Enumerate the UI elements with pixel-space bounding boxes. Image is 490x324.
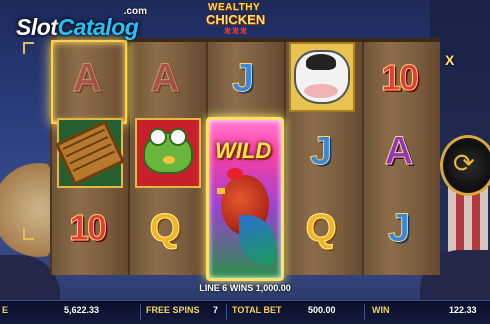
symbol-A-glyph: A xyxy=(384,128,414,173)
symbol-10: 10 xyxy=(368,45,430,111)
game-title-line2: CHICKEN xyxy=(206,12,266,27)
rooster-beak-icon xyxy=(217,188,225,194)
total-bet-value: 500.00 xyxy=(308,305,336,315)
symbol-J: J xyxy=(290,118,352,184)
spin-button[interactable]: ⟳ xyxy=(440,135,490,196)
symbol-10-glyph: 10 xyxy=(380,57,419,99)
frog-icon xyxy=(143,128,193,174)
symbol-Q: Q xyxy=(134,195,196,261)
watermark-slot: Slot xyxy=(16,14,58,40)
symbol-10-glyph: 10 xyxy=(68,207,107,249)
symbol-A: A xyxy=(368,118,430,184)
win-line-message: LINE 6 WINS 1,000.00 xyxy=(199,283,291,293)
symbol-J-glyph: J xyxy=(309,128,333,173)
watermark-logo: SlotCatalog .com xyxy=(16,6,151,44)
wild-symbol: WILD xyxy=(206,117,284,281)
symbol-Q-glyph: Q xyxy=(305,205,337,250)
cow-icon xyxy=(294,50,350,104)
rooster-comb-icon xyxy=(227,168,243,180)
symbol-cow xyxy=(289,42,355,112)
total-bet-label: TOTAL BET xyxy=(232,305,282,315)
symbol-A-glyph: A xyxy=(150,55,180,100)
win-value: 122.33 xyxy=(449,305,477,315)
abacus-icon xyxy=(54,120,126,186)
wild-label: WILD xyxy=(215,138,272,163)
multiplier-indicator: X xyxy=(445,52,455,68)
payline-marker-left-bottom xyxy=(23,228,34,240)
divider xyxy=(140,304,141,320)
win-label: WIN xyxy=(372,305,390,315)
symbol-J-glyph: J xyxy=(231,55,255,100)
divider xyxy=(364,304,365,320)
symbol-abacus xyxy=(54,118,126,188)
game-title-line3: 发发发 xyxy=(224,28,248,35)
watermark-text: SlotCatalog xyxy=(16,14,139,41)
symbol-J: J xyxy=(212,45,274,111)
symbol-10: 10 xyxy=(56,195,118,261)
balance-value: 5,622.33 xyxy=(64,305,100,315)
free-spins-label: FREE SPINS xyxy=(146,305,200,315)
spin-arrows-icon: ⟳ xyxy=(453,148,475,178)
game-title-logo: WEALTHY CHICKEN 发发发 xyxy=(200,2,286,35)
symbol-Q-glyph: Q xyxy=(149,205,181,250)
symbol-J: J xyxy=(368,195,430,261)
rooster-tail-icon xyxy=(239,215,275,265)
status-bar: E 5,622.33 FREE SPINS 7 TOTAL BET 500.00… xyxy=(0,300,490,324)
watermark-domain: .com xyxy=(123,6,147,17)
symbol-frog xyxy=(135,118,201,188)
free-spins-value: 7 xyxy=(213,305,219,315)
symbol-A: A xyxy=(134,45,196,111)
symbol-A: A xyxy=(56,45,118,111)
balance-label: E xyxy=(2,305,9,315)
symbol-J-glyph: J xyxy=(387,205,411,250)
symbol-Q: Q xyxy=(290,195,352,261)
symbol-A-glyph: A xyxy=(72,55,102,100)
watermark-catalog: Catalog xyxy=(57,14,139,40)
divider xyxy=(226,304,227,320)
